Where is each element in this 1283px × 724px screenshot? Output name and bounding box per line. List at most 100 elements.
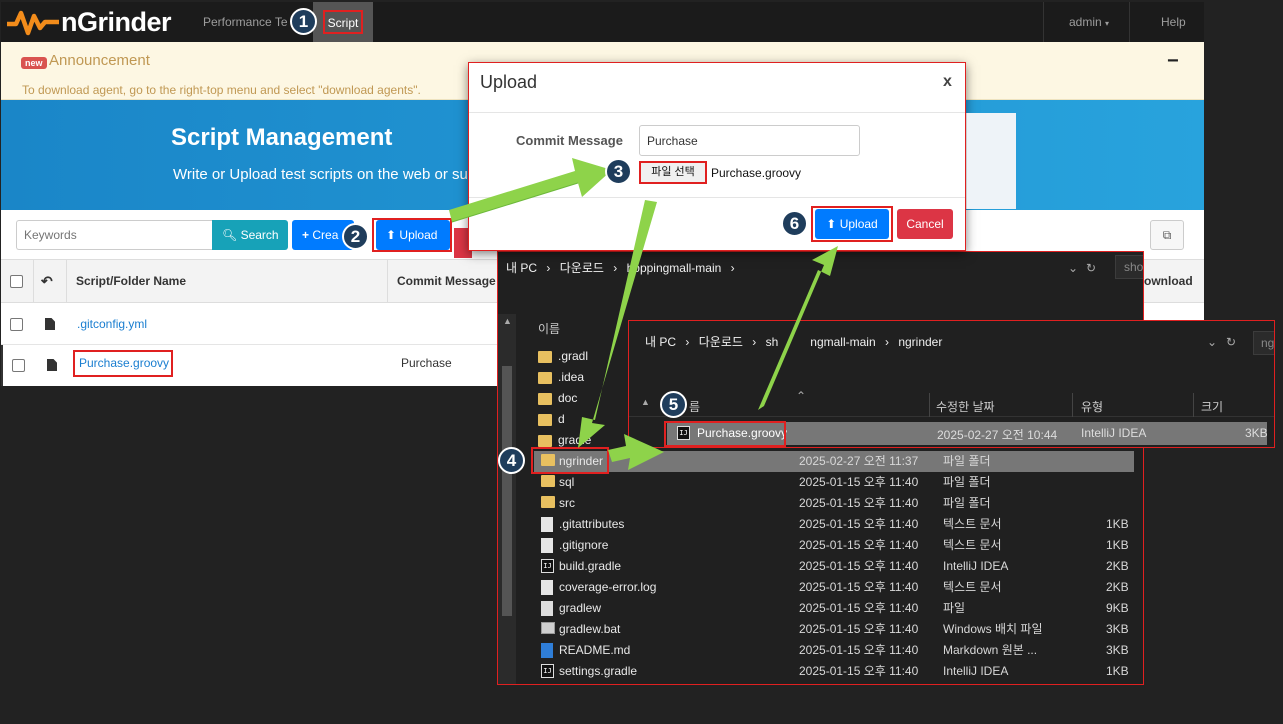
ngrinder-logo[interactable]: nGrinder [7,6,172,38]
column-header-download[interactable]: ownload [1144,260,1193,303]
file-name: README.md [559,643,631,657]
tree-item[interactable]: doc [538,388,577,408]
breadcrumb-item[interactable]: sh [766,335,779,349]
breadcrumb-item[interactable]: ngmall-main [810,335,875,349]
file-row[interactable]: gradlew.bat 2025-01-15 오후 11:40 Windows 배치… [534,619,1134,640]
file-size: 3KB [1106,643,1129,657]
type-column-header[interactable]: 유형 [1081,398,1103,415]
file-size: 3KB [1106,622,1129,636]
file-row[interactable]: ngrinder 2025-02-27 오전 11:37 파일 폴더 [534,451,1134,472]
help-link[interactable]: Help [1161,2,1186,42]
folder-icon [538,371,552,384]
folder-icon [538,413,552,426]
row-checkbox[interactable] [12,359,25,372]
file-date: 2025-01-15 오후 11:40 [799,580,919,594]
folder-icon [538,434,552,447]
breadcrumb-item[interactable]: ngrinder [898,335,942,349]
choose-file-button[interactable]: 파일 선택 [639,161,707,184]
tree-item[interactable]: .gradl [538,346,588,366]
column-divider [387,260,388,303]
file-size: 1KB [1106,664,1129,678]
back-arrow-icon[interactable]: ↶ [41,260,53,303]
sort-caret-icon: ⌃ [796,389,807,403]
close-icon[interactable]: x [943,73,952,91]
file-type: 텍스트 문서 [943,517,1002,531]
scroll-up-icon[interactable]: ▲ [503,316,512,326]
file-row[interactable]: .gitattributes 2025-01-15 오후 11:40 텍스트 문서 1… [534,514,1134,535]
chevron-right-icon: › [730,261,735,275]
refresh-icon[interactable]: ↻ [1086,256,1096,280]
file-row[interactable]: IJ build.gradle 2025-01-15 오후 11:40 Intelli… [534,556,1134,577]
nav-performance-test[interactable]: Performance Te [203,2,288,42]
file-type: Windows 배치 파일 [943,622,1043,636]
admin-menu[interactable]: admin ▾ [1069,2,1109,42]
nav-script[interactable]: Script [313,2,373,42]
file-date: 2025-02-27 오전 11:37 [799,454,919,468]
name-column-header[interactable]: 름 [689,398,700,415]
collapse-icon[interactable]: − [1167,50,1179,73]
text-file-icon [541,538,553,553]
tree-item-label: .gradl [558,349,589,363]
modal-cancel-button[interactable]: Cancel [897,209,953,239]
tree-item[interactable]: .idea [538,367,584,387]
admin-label: admin [1069,15,1102,29]
file-date: 2025-01-15 오후 11:40 [799,601,919,615]
file-size: 9KB [1106,601,1129,615]
search-button[interactable]: 🔍︎ Search [212,220,288,250]
folder-icon [541,496,555,508]
address-bar[interactable]: 내 PC › 다운로드 › hoppingmall-main › [506,256,741,280]
breadcrumb-item[interactable]: 다운로드 [699,335,743,349]
folder-icon [541,475,555,487]
modified-column-header[interactable]: 수정한 날짜 [936,398,995,415]
size-column-header[interactable]: 크기 [1201,398,1223,415]
caret-down-icon: ▾ [1105,19,1110,28]
file-row[interactable]: coverage-error.log 2025-01-15 오후 11:40 텍스트… [534,577,1134,598]
announcement-text: To download agent, go to the right-top m… [22,83,421,97]
upload-button-label: Upload [399,228,438,242]
upload-button[interactable]: ⬆ Upload [376,220,450,250]
breadcrumb-item[interactable]: 다운로드 [560,261,604,275]
search-box[interactable]: ng [1253,331,1274,355]
copy-icon[interactable]: ⧉ [1150,220,1184,250]
column-header-name[interactable]: Script/Folder Name [76,260,186,303]
file-type: Markdown 원본 ... [943,643,1038,657]
file-name: gradlew [559,601,602,615]
breadcrumb-item[interactable]: 내 PC [645,335,676,349]
file-size: 1KB [1106,517,1129,531]
scrollbar-thumb[interactable] [502,366,512,616]
file-name: src [559,496,575,510]
file-row[interactable]: .gitignore 2025-01-15 오후 11:40 텍스트 문서 1KB [534,535,1134,556]
tree-item[interactable]: d [538,409,565,429]
chevron-right-icon: › [884,335,889,349]
row-checkbox[interactable] [10,318,23,331]
file-row[interactable]: IJ settings.gradle 2025-01-15 오후 11:40 Inte… [534,661,1134,682]
modal-upload-button[interactable]: ⬆ Upload [815,209,889,239]
keyword-search-input[interactable] [16,220,213,250]
nav-script-label: Script [323,10,363,34]
file-type: 파일 폴더 [943,496,991,510]
breadcrumb-item[interactable]: 내 PC [506,261,537,275]
commit-message-input[interactable] [639,125,860,156]
refresh-icon[interactable]: ↻ [1226,330,1236,354]
file-name: settings.gradle [559,664,638,678]
file-row[interactable]: README.md 2025-01-15 오후 11:40 Markdown 원본 … [534,640,1134,661]
address-bar[interactable]: 내 PC › 다운로드 › sh ngmall-main › ngrinder [645,330,942,354]
search-box[interactable]: sho [1115,255,1143,279]
file-row[interactable]: gradlew 2025-01-15 오후 11:40 파일 9KB [534,598,1134,619]
select-all-checkbox[interactable] [10,275,23,288]
script-name-link[interactable]: .gitconfig.yml [77,303,147,345]
name-column-header[interactable]: 이름 [538,320,560,337]
column-header-commit[interactable]: Commit Message [397,260,496,303]
step-badge-6: 6 [781,210,808,237]
script-name-link[interactable]: Purchase.groovy [79,342,169,384]
scroll-up-icon[interactable]: ▲ [641,397,650,407]
file-row[interactable]: src 2025-01-15 오후 11:40 파일 폴더 [534,493,1134,514]
purchase-groovy-highlight-box [664,421,786,447]
chevron-down-icon[interactable]: ⌄ [1207,330,1217,354]
modal-divider [469,112,965,113]
file-icon [541,601,553,616]
folder-icon [538,392,552,405]
chevron-down-icon[interactable]: ⌄ [1068,256,1078,280]
breadcrumb-item[interactable]: hoppingmall-main [627,261,722,275]
file-row[interactable]: sql 2025-01-15 오후 11:40 파일 폴더 [534,472,1134,493]
